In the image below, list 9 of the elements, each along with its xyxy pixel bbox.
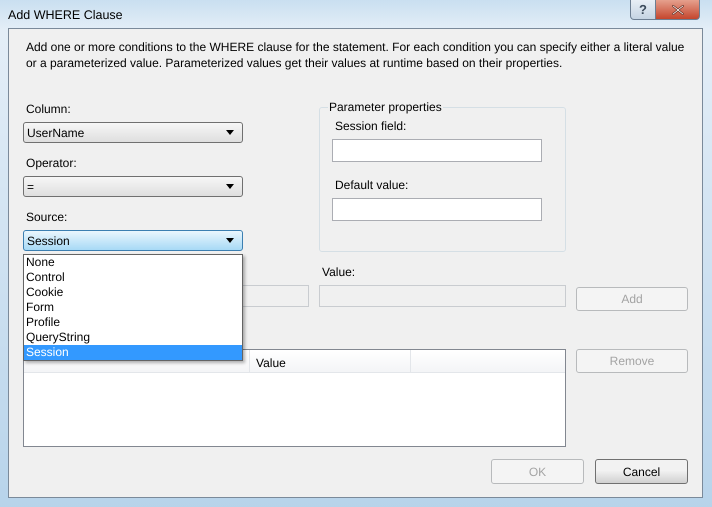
field-label: Session field: bbox=[334, 119, 408, 135]
field-label: Operator: bbox=[25, 156, 78, 172]
group-title: Parameter properties bbox=[328, 100, 443, 114]
window-title: Add WHERE Clause bbox=[8, 7, 123, 24]
field-label: Default value: bbox=[334, 178, 410, 194]
field-label: Source: bbox=[25, 210, 68, 226]
description-text: Add one or more conditions to the WHERE clause for the statement. For each condition you can specify either a literal value or a parameterized value. Parameterized values get their values at runtime based on their properties. bbox=[26, 39, 686, 71]
field-label: Value: bbox=[321, 264, 356, 281]
field-label: Column: bbox=[25, 102, 72, 118]
